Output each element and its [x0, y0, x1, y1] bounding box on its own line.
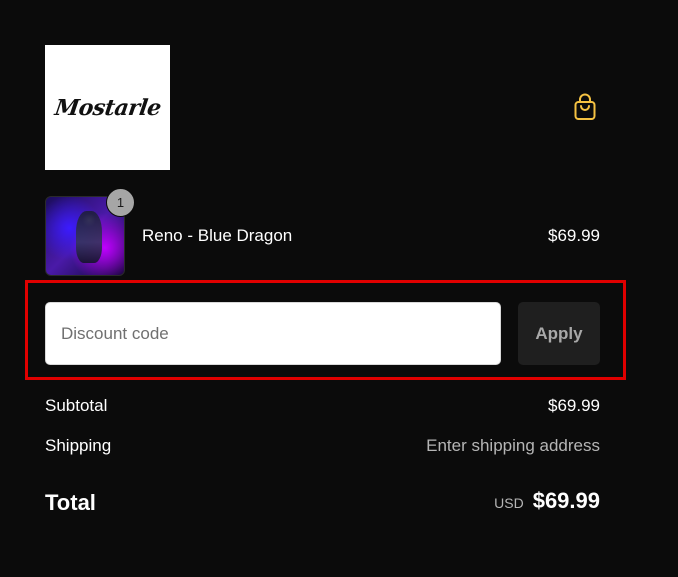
total-label: Total — [45, 490, 96, 515]
shopping-bag-icon — [574, 93, 596, 120]
currency-code: USD — [494, 495, 524, 511]
total-row: Total USD $69.99 — [45, 488, 600, 520]
product-name: Reno - Blue Dragon — [142, 226, 293, 245]
discount-code-input[interactable] — [45, 302, 501, 365]
checkout-order-summary: Mostarle 1 Reno - Blue Dragon $69.99 App… — [0, 0, 678, 577]
subtotal-value: $69.99 — [548, 396, 600, 415]
store-logo-text: Mostarle — [52, 94, 163, 121]
subtotal-label: Subtotal — [45, 396, 108, 415]
cart-button[interactable] — [572, 93, 598, 121]
product-price: $69.99 — [548, 226, 600, 245]
subtotal-row: Subtotal $69.99 — [45, 396, 600, 420]
shipping-label: Shipping — [45, 436, 112, 455]
shipping-row: Shipping Enter shipping address — [45, 436, 600, 460]
apply-discount-button[interactable]: Apply — [518, 302, 600, 365]
total-amount-group: USD $69.99 — [494, 488, 600, 514]
store-logo[interactable]: Mostarle — [45, 45, 170, 170]
shipping-value: Enter shipping address — [426, 436, 600, 455]
product-thumbnail-wrapper: 1 — [45, 188, 135, 276]
quantity-badge: 1 — [106, 188, 135, 217]
total-amount: $69.99 — [532, 488, 600, 513]
line-item: 1 Reno - Blue Dragon $69.99 — [45, 188, 600, 276]
product-thumbnail-figure — [76, 211, 102, 263]
